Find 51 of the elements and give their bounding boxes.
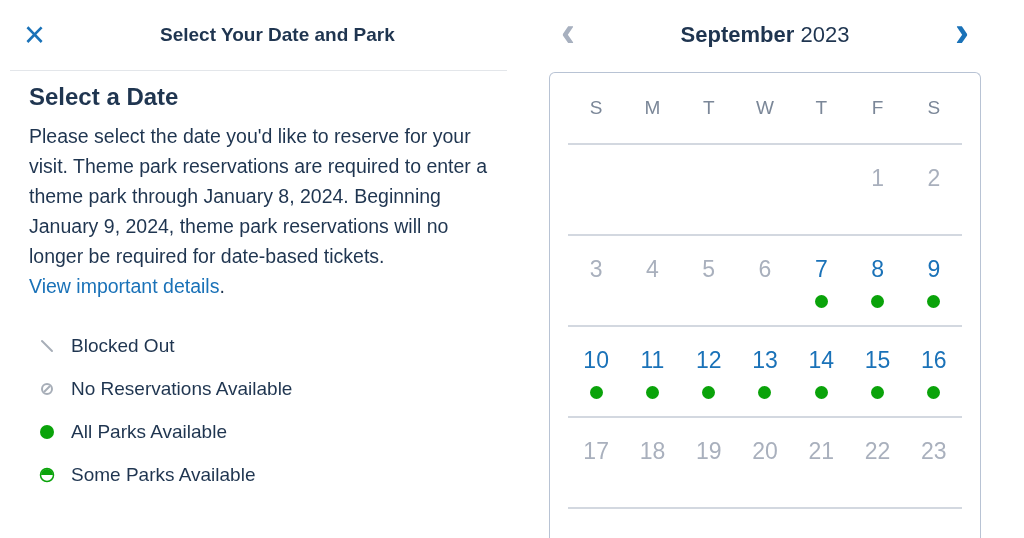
calendar-day: 23 (921, 438, 947, 465)
calendar-day: 20 (752, 438, 778, 465)
weekday-label: T (702, 97, 715, 119)
details-link[interactable]: View important details (29, 275, 220, 297)
calendar-day: 21 (808, 438, 835, 465)
calendar-day[interactable]: 7 (814, 256, 828, 283)
calendar-day[interactable]: 12 (695, 347, 722, 374)
availability-dot (871, 386, 885, 399)
availability-dot (927, 386, 941, 399)
legend-label: Blocked Out (71, 335, 175, 357)
legend-label: Some Parks Available (71, 464, 256, 486)
weekday-label: S (589, 97, 603, 119)
availability-dot (927, 295, 941, 308)
legend-label: No Reservations Available (71, 378, 293, 400)
calendar-day: 2 (927, 165, 941, 192)
availability-dot (871, 295, 885, 308)
month-title: September 2023 (680, 22, 850, 48)
calendar-day: 22 (864, 438, 891, 465)
calendar-day[interactable]: 15 (864, 347, 891, 374)
section-heading: Select a Date (29, 83, 180, 111)
weekday-label: W (756, 97, 774, 119)
calendar-day: 19 (695, 438, 722, 465)
calendar-day[interactable]: 13 (752, 347, 778, 374)
availability-dot (814, 295, 828, 308)
weekday-label: S (927, 97, 941, 119)
calendar-day: 3 (589, 256, 603, 283)
weekday-label: F (871, 97, 884, 119)
calendar-day[interactable]: 11 (640, 347, 665, 374)
calendar-day[interactable]: 10 (583, 347, 609, 374)
calendar-day[interactable]: 14 (808, 347, 835, 374)
next-month-button[interactable]: › (943, 11, 981, 53)
availability-dot (589, 386, 603, 399)
close-button[interactable]: × (24, 17, 68, 53)
calendar-day: 5 (702, 256, 716, 283)
weekday-label: T (815, 97, 828, 119)
legend-label: All Parks Available (71, 421, 227, 443)
dialog-title: Select Your Date and Park (160, 24, 395, 46)
calendar-day[interactable]: 9 (927, 256, 941, 283)
description-text: Please select the date you'd like to reserve for your visit. Theme park reservations are required to enter a theme park through January 8, 2024. Beginning January 9, 2024, theme park reservations will no longer be required for date-based tickets. View important details. (29, 124, 489, 299)
availability-dot (814, 386, 828, 399)
availability-dot (645, 386, 659, 399)
availability-dot (702, 386, 716, 399)
calendar-day: 17 (583, 438, 609, 465)
calendar-day: 1 (871, 165, 884, 192)
calendar-day: 4 (646, 256, 659, 283)
weekday-label: M (644, 97, 661, 119)
calendar-day: 18 (639, 438, 666, 465)
calendar-day[interactable]: 16 (921, 347, 947, 374)
availability-dot (758, 386, 772, 399)
calendar-day: 6 (758, 256, 772, 283)
calendar-day[interactable]: 8 (871, 256, 884, 283)
